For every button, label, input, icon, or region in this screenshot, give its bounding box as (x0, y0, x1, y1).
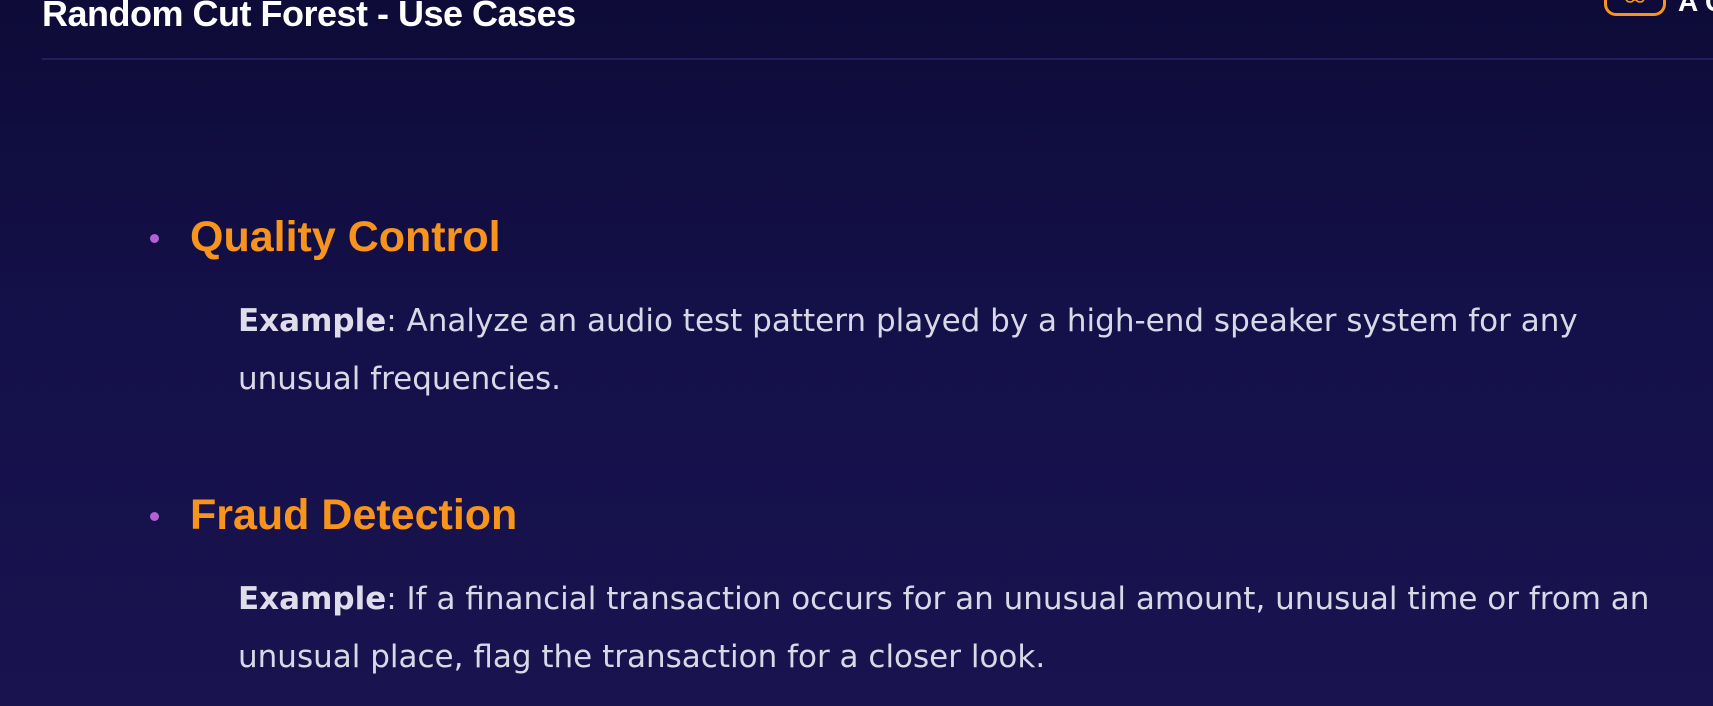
slide-title: Random Cut Forest - Use Cases (42, 0, 576, 34)
use-case-heading: Quality Control (190, 213, 501, 261)
brand-text: A C (1678, 0, 1713, 17)
brain-logo-icon (1604, 0, 1666, 16)
bullet-dot-icon (150, 234, 159, 243)
use-case-example: Example: Analyze an audio test pattern p… (238, 292, 1708, 408)
example-label: Example (238, 581, 387, 617)
use-case-heading: Fraud Detection (190, 491, 518, 539)
example-text: : If a financial transaction occurs for … (238, 581, 1650, 675)
example-text: : Analyze an audio test pattern played b… (238, 303, 1578, 397)
title-divider (42, 58, 1713, 60)
bullet-dot-icon (150, 512, 159, 521)
example-label: Example (238, 303, 387, 339)
use-case-example: Example: If a financial transaction occu… (238, 570, 1708, 686)
